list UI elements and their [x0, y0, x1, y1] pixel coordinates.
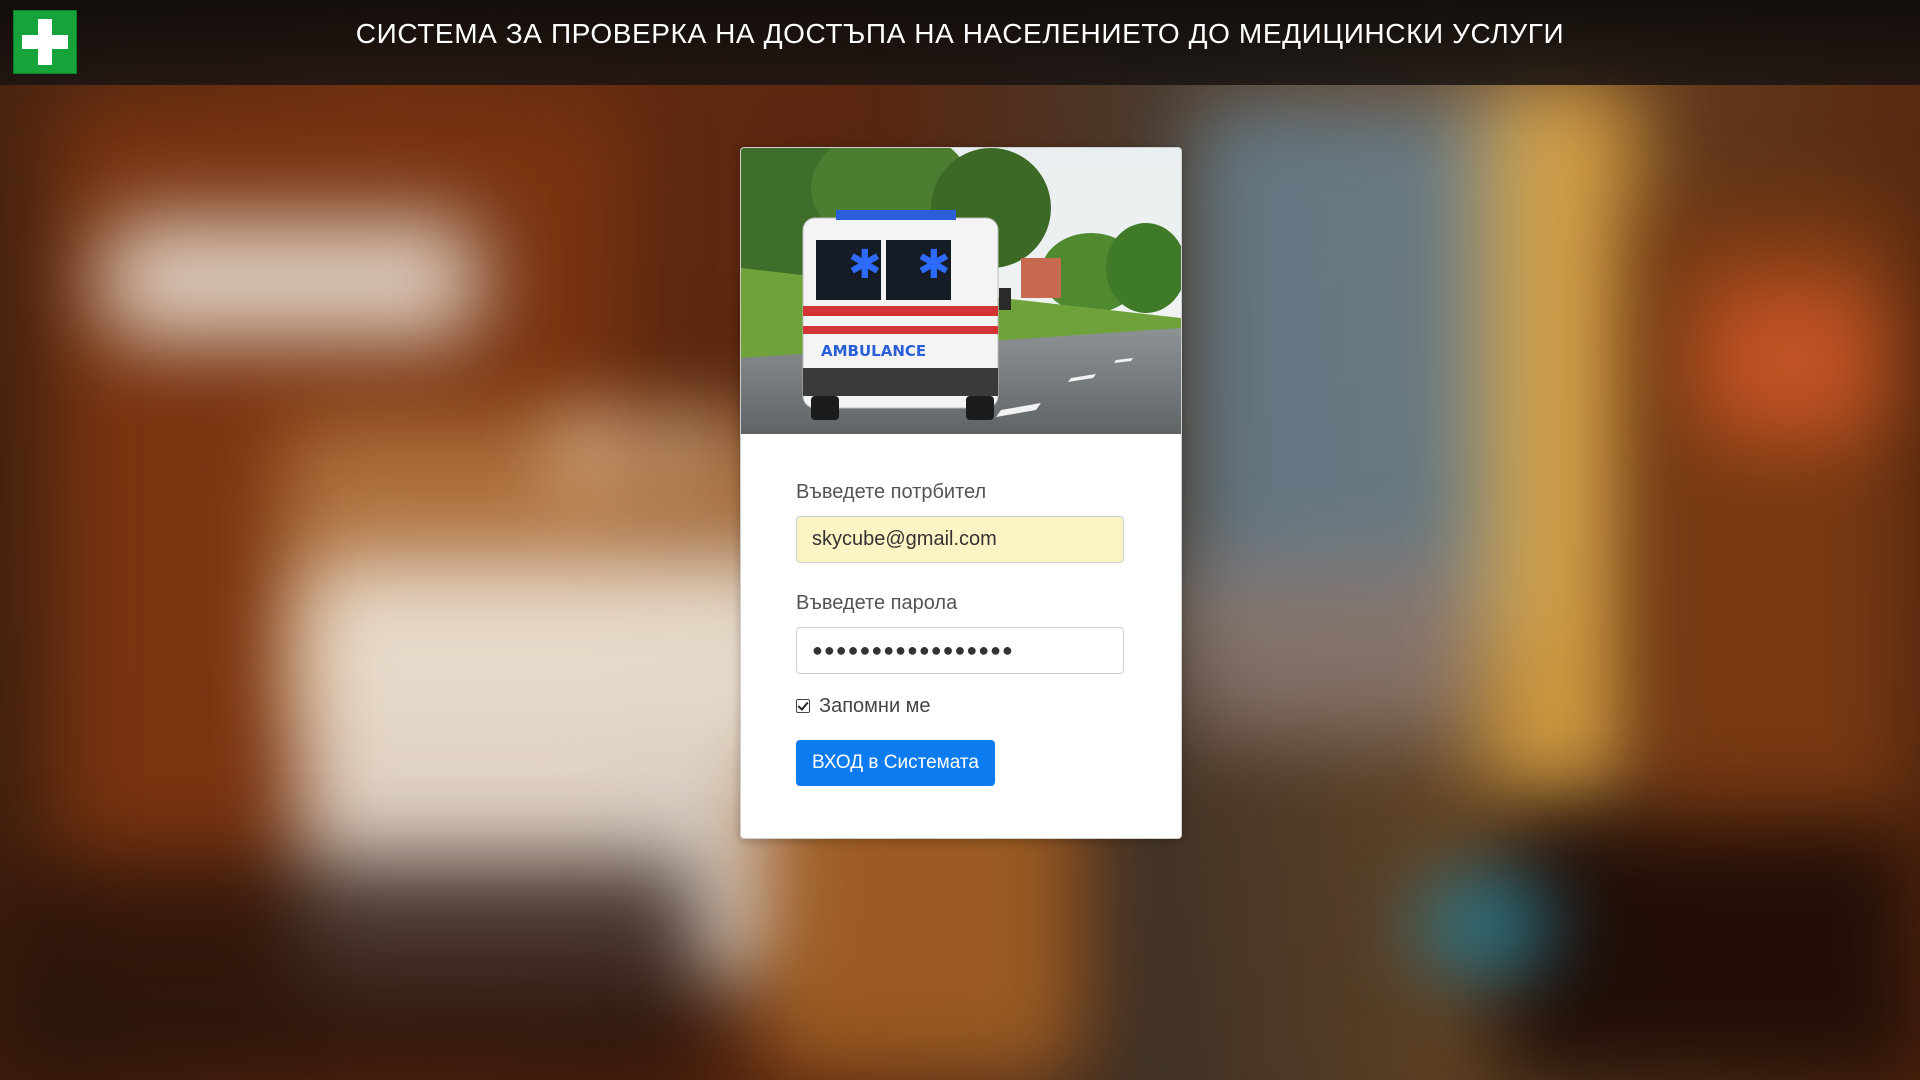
- login-form: Въведете потрбител skycube@gmail.com Във…: [796, 478, 1126, 786]
- top-header-bar: СИСТЕМА ЗА ПРОВЕРКА НА ДОСТЪПА НА НАСЕЛЕ…: [0, 0, 1920, 85]
- ambulance-image: ✱ ✱ AMBULANCE: [741, 148, 1181, 434]
- username-input[interactable]: skycube@gmail.com: [796, 516, 1124, 563]
- remember-me-row[interactable]: Запомни ме: [796, 692, 1126, 720]
- ambulance-text: AMBULANCE: [821, 342, 926, 360]
- password-input[interactable]: ●●●●●●●●●●●●●●●●●: [796, 627, 1124, 674]
- username-label: Въведете потрбител: [796, 481, 987, 503]
- svg-text:✱: ✱: [848, 242, 882, 288]
- page-title: СИСТЕМА ЗА ПРОВЕРКА НА ДОСТЪПА НА НАСЕЛЕ…: [355, 18, 1565, 49]
- remember-me-label[interactable]: Запомни ме: [819, 695, 931, 718]
- remember-me-checkbox[interactable]: [796, 699, 810, 713]
- svg-text:✱: ✱: [917, 242, 951, 288]
- password-label: Въведете парола: [796, 592, 958, 614]
- login-submit-button[interactable]: ВХОД в Системата: [796, 740, 995, 786]
- login-card: ✱ ✱ AMBULANCE Въведете потрбител skycube…: [740, 147, 1182, 839]
